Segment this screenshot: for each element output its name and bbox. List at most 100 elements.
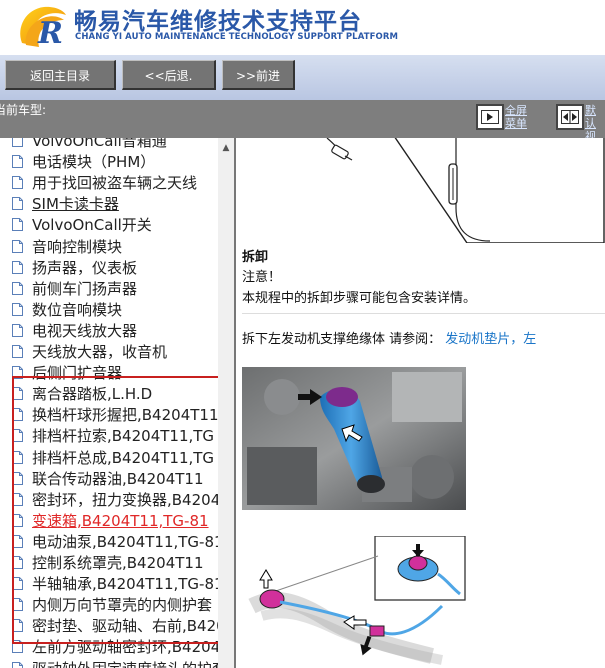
document-icon (12, 556, 23, 569)
document-icon (12, 661, 23, 668)
document-icon (12, 429, 23, 443)
changyi-logo: R (20, 6, 66, 49)
tree-item[interactable]: 数位音响模块 (12, 299, 122, 320)
step-instruction: 拆下左发动机支撑绝缘体 请参阅： 发动机垫片，左 (242, 328, 536, 347)
tree-item[interactable]: 用于找回被盗车辆之天线 (12, 172, 197, 193)
tree-item[interactable]: 控制系统罩壳,B4204T11 (12, 552, 203, 573)
model-tree: VolvoOnCall音箱通电话模块（PHM） 用于找回被盗车辆之天线 SIM卡读卡… (0, 138, 218, 668)
document-icon (12, 260, 23, 274)
tree-item-label: SIM卡读卡器 (32, 195, 119, 214)
document-icon (12, 640, 23, 654)
tree-item[interactable]: 半轴轴承,B4204T11,TG-81 (12, 573, 218, 594)
tree-item[interactable]: 天线放大器，收音机 (12, 341, 167, 362)
document-icon (12, 366, 23, 380)
section-heading: 拆卸 (242, 250, 269, 265)
tree-item[interactable]: 密封垫、驱动轴、右前,B4204 (12, 615, 218, 636)
document-icon (12, 239, 23, 253)
tree-scrollbar[interactable]: ▲ (218, 138, 234, 668)
tree-item-label: 排档杆拉索,B4204T11,TG (32, 427, 215, 446)
document-icon (12, 408, 23, 422)
tree-item-label: 内侧万向节罩壳的内侧护套 (32, 596, 213, 615)
tree-item[interactable]: 扬声器，仪表板 (12, 257, 137, 278)
tree-item[interactable]: 左前方驱动轴密封环,B4204 (12, 636, 218, 657)
tree-item[interactable]: 电动油泵,B4204T11,TG-81 (12, 531, 218, 552)
engine-bay-photo (242, 367, 466, 510)
scroll-up-arrow-icon[interactable]: ▲ (218, 140, 234, 156)
tree-item[interactable]: 换档杆球形握把,B4204T11 (12, 404, 218, 425)
tree-item-label: 音响控制模块 (32, 237, 123, 256)
app-subtitle: CHANG YI AUTO MAINTENANCE TECHNOLOGY SUP… (75, 32, 399, 42)
tree-item-label: VolvoOnCall开关 (32, 216, 152, 235)
content-pane: 拆卸 注意！ 本规程中的拆卸步骤可能包含安装详情。 拆下左发动机支撑绝缘体 请参… (236, 138, 605, 668)
tree-item-label: 扬声器，仪表板 (32, 258, 138, 277)
tree-item[interactable]: 前侧车门扬声器 (12, 278, 137, 299)
tree-item[interactable]: 音响控制模块 (12, 236, 122, 257)
document-icon (12, 450, 23, 464)
tree-item[interactable]: VolvoOnCall音箱通 (12, 138, 167, 151)
tree-item[interactable]: 电话模块（PHM） (12, 151, 155, 172)
tree-item-label: 天线放大器，收音机 (32, 343, 168, 361)
app-header: R 畅易汽车维修技术支持平台 CHANG YI AUTO MAINTENANCE… (0, 0, 605, 55)
fullscreen-menu-label[interactable]: 全屏 菜单 (505, 104, 527, 130)
tree-item-label: 控制系统罩壳,B4204T11 (32, 554, 204, 572)
note-text: 本规程中的拆卸步骤可能包含安装详情。 (242, 291, 477, 306)
note-label: 注意！ (242, 270, 282, 285)
document-icon (12, 197, 23, 211)
document-icon (12, 619, 23, 633)
tree-item[interactable]: 变速箱,B4204T11,TG-81 (12, 510, 209, 531)
document-icon (12, 218, 23, 232)
tree-item-label: 电话模块（PHM） (32, 153, 156, 172)
tree-item-label: 联合传动器油,B4204T11 (32, 469, 204, 488)
tree-item[interactable]: 后侧门扩音器 (12, 362, 122, 383)
document-icon (12, 323, 23, 337)
tree-item[interactable]: 驱动轴外固定速度接头的护套 (12, 658, 218, 668)
tree-item-label: 左前方驱动轴密封环,B4204 (32, 638, 218, 657)
back-button[interactable]: <<后退. (122, 60, 216, 90)
default-view-button[interactable] (556, 104, 584, 130)
tree-item[interactable]: 联合传动器油,B4204T11 (12, 468, 203, 489)
part-illustration-bottom (248, 536, 466, 665)
step-text: 拆下左发动机支撑绝缘体 请参阅： (242, 332, 442, 347)
fullscreen-menu-button[interactable] (476, 104, 504, 130)
tree-item-label: 前侧车门扬声器 (32, 279, 138, 298)
current-model-label: 当前车型: (0, 103, 47, 117)
tree-item[interactable]: 内侧万向节罩壳的内侧护套 (12, 594, 212, 615)
tree-item[interactable]: 排档杆总成,B4204T11,TG (12, 447, 214, 468)
tree-item[interactable]: SIM卡读卡器 (12, 193, 119, 214)
document-icon (12, 281, 23, 295)
fullscreen-icon (481, 110, 499, 124)
document-icon (12, 176, 23, 190)
tree-item-label: 数位音响模块 (32, 300, 123, 319)
document-icon (12, 471, 23, 485)
tree-item[interactable]: 电视天线放大器 (12, 320, 137, 341)
document-icon (12, 492, 23, 506)
tree-item-label: VolvoOnCall音箱通 (32, 138, 167, 150)
tree-item[interactable]: 离合器踏板,L.H.D (12, 383, 152, 404)
document-icon (12, 534, 23, 548)
document-icon (12, 577, 23, 591)
tree-item[interactable]: 密封环，扭力变换器,B4204 (12, 489, 218, 510)
tree-item-label: 排档杆总成,B4204T11,TG (32, 448, 215, 467)
tree-item-label: 用于找回被盗车辆之天线 (32, 174, 198, 193)
engine-mount-link[interactable]: 发动机垫片，左 (445, 332, 536, 347)
home-button[interactable]: 返回主目录 (5, 60, 116, 90)
document-icon (12, 345, 23, 358)
tree-item-label: 后侧门扩音器 (32, 364, 123, 383)
tree-item-label: 离合器踏板,L.H.D (32, 385, 153, 404)
tree-item-label: 密封环，扭力变换器,B4204 (32, 490, 218, 509)
part-illustration-top (326, 138, 605, 243)
tree-item[interactable]: 排档杆拉索,B4204T11,TG (12, 425, 214, 446)
tree-item-label: 换档杆球形握把,B4204T11 (32, 406, 218, 425)
tree-item[interactable]: VolvoOnCall开关 (12, 214, 152, 235)
document-icon (12, 387, 23, 401)
document-icon (12, 155, 23, 169)
split-view-icon (561, 110, 579, 124)
divider (242, 313, 605, 314)
document-icon (12, 513, 23, 527)
forward-button[interactable]: >>前进 (222, 60, 295, 90)
svg-text:R: R (37, 16, 63, 49)
tree-item-label: 电视天线放大器 (32, 321, 138, 340)
tree-item-label: 变速箱,B4204T11,TG-81 (32, 511, 209, 530)
document-icon (12, 598, 23, 612)
tree-item-label: 驱动轴外固定速度接头的护套 (32, 658, 218, 668)
